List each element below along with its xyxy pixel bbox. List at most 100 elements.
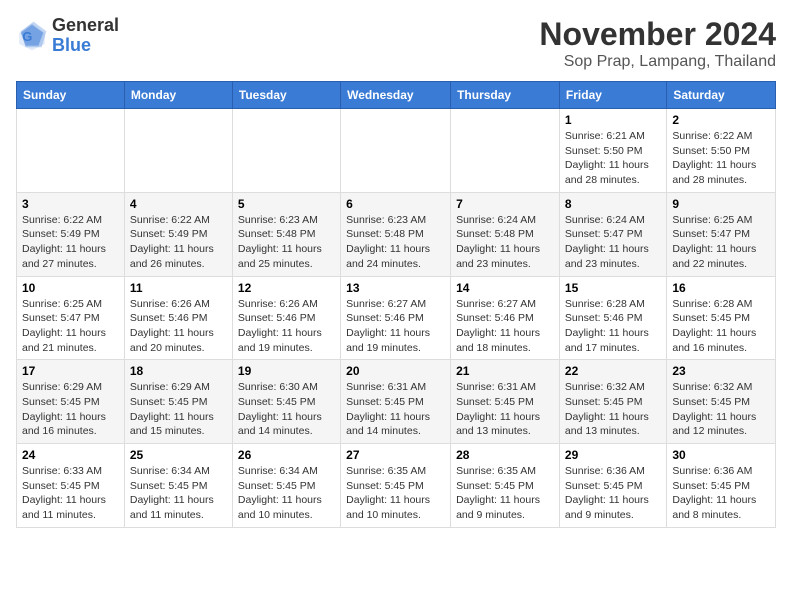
calendar-cell: 25 Sunrise: 6:34 AM Sunset: 5:45 PM Dayli… <box>124 444 232 528</box>
day-number: 28 <box>456 448 554 462</box>
calendar-cell: 27Sunrise: 6:35 AM Sunset: 5:45 PM Dayli… <box>341 444 451 528</box>
day-info: Sunrise: 6:28 AM Sunset: 5:46 PM Dayligh… <box>565 297 661 356</box>
calendar-cell: 19 Sunrise: 6:30 AM Sunset: 5:45 PM Dayli… <box>232 360 340 444</box>
calendar-cell: 20 Sunrise: 6:31 AM Sunset: 5:45 PM Dayli… <box>341 360 451 444</box>
day-number: 6 <box>346 197 445 211</box>
calendar-cell: 2 Sunrise: 6:22 AM Sunset: 5:50 PM Daylig… <box>667 109 776 193</box>
day-number: 14 <box>456 281 554 295</box>
day-info: Sunrise: 6:34 AM Sunset: 5:45 PM Dayligh… <box>130 464 227 523</box>
weekday-header-tuesday: Tuesday <box>232 82 340 109</box>
day-info: Sunrise: 6:32 AM Sunset: 5:45 PM Dayligh… <box>672 380 770 439</box>
calendar-cell: 10 Sunrise: 6:25 AM Sunset: 5:47 PM Dayli… <box>17 276 125 360</box>
weekday-header-thursday: Thursday <box>451 82 560 109</box>
calendar-cell: 8 Sunrise: 6:24 AM Sunset: 5:47 PM Daylig… <box>559 192 666 276</box>
day-number: 2 <box>672 113 770 127</box>
weekday-header-friday: Friday <box>559 82 666 109</box>
calendar-cell <box>232 109 340 193</box>
day-info: Sunrise: 6:24 AM Sunset: 5:47 PM Dayligh… <box>565 213 661 272</box>
weekday-header-sunday: Sunday <box>17 82 125 109</box>
weekday-header-row: SundayMondayTuesdayWednesdayThursdayFrid… <box>17 82 776 109</box>
day-info: Sunrise: 6:27 AM Sunset: 5:46 PM Dayligh… <box>346 297 445 356</box>
calendar-cell: 1 Sunrise: 6:21 AM Sunset: 5:50 PM Daylig… <box>559 109 666 193</box>
logo-icon: G <box>16 20 48 52</box>
day-number: 1 <box>565 113 661 127</box>
calendar-cell: 24Sunrise: 6:33 AM Sunset: 5:45 PM Dayli… <box>17 444 125 528</box>
day-info: Sunrise: 6:25 AM Sunset: 5:47 PM Dayligh… <box>22 297 119 356</box>
day-number: 30 <box>672 448 770 462</box>
day-info: Sunrise: 6:21 AM Sunset: 5:50 PM Dayligh… <box>565 129 661 188</box>
calendar-cell: 13 Sunrise: 6:27 AM Sunset: 5:46 PM Dayli… <box>341 276 451 360</box>
day-info: Sunrise: 6:26 AM Sunset: 5:46 PM Dayligh… <box>130 297 227 356</box>
calendar-cell: 29Sunrise: 6:36 AM Sunset: 5:45 PM Dayli… <box>559 444 666 528</box>
day-number: 7 <box>456 197 554 211</box>
page-header: G General Blue November 2024 Sop Prap, L… <box>16 16 776 71</box>
day-number: 11 <box>130 281 227 295</box>
calendar-cell <box>17 109 125 193</box>
day-number: 10 <box>22 281 119 295</box>
day-number: 21 <box>456 364 554 378</box>
day-info: Sunrise: 6:34 AM Sunset: 5:45 PM Dayligh… <box>238 464 335 523</box>
day-info: Sunrise: 6:30 AM Sunset: 5:45 PM Dayligh… <box>238 380 335 439</box>
logo-general-text: General <box>52 16 119 36</box>
day-number: 9 <box>672 197 770 211</box>
day-info: Sunrise: 6:23 AM Sunset: 5:48 PM Dayligh… <box>346 213 445 272</box>
calendar-week-row: 17Sunrise: 6:29 AM Sunset: 5:45 PM Dayli… <box>17 360 776 444</box>
calendar-cell <box>341 109 451 193</box>
day-number: 12 <box>238 281 335 295</box>
calendar-cell: 18Sunrise: 6:29 AM Sunset: 5:45 PM Dayli… <box>124 360 232 444</box>
calendar-cell: 6 Sunrise: 6:23 AM Sunset: 5:48 PM Daylig… <box>341 192 451 276</box>
day-number: 8 <box>565 197 661 211</box>
day-info: Sunrise: 6:26 AM Sunset: 5:46 PM Dayligh… <box>238 297 335 356</box>
day-number: 22 <box>565 364 661 378</box>
day-info: Sunrise: 6:36 AM Sunset: 5:45 PM Dayligh… <box>672 464 770 523</box>
day-info: Sunrise: 6:32 AM Sunset: 5:45 PM Dayligh… <box>565 380 661 439</box>
weekday-header-saturday: Saturday <box>667 82 776 109</box>
calendar-cell: 7 Sunrise: 6:24 AM Sunset: 5:48 PM Daylig… <box>451 192 560 276</box>
calendar-cell: 22 Sunrise: 6:32 AM Sunset: 5:45 PM Dayli… <box>559 360 666 444</box>
day-info: Sunrise: 6:22 AM Sunset: 5:49 PM Dayligh… <box>22 213 119 272</box>
calendar-cell: 15 Sunrise: 6:28 AM Sunset: 5:46 PM Dayli… <box>559 276 666 360</box>
day-number: 19 <box>238 364 335 378</box>
day-number: 23 <box>672 364 770 378</box>
calendar-table: SundayMondayTuesdayWednesdayThursdayFrid… <box>16 81 776 528</box>
day-info: Sunrise: 6:31 AM Sunset: 5:45 PM Dayligh… <box>456 380 554 439</box>
calendar-cell: 21 Sunrise: 6:31 AM Sunset: 5:45 PM Dayli… <box>451 360 560 444</box>
day-info: Sunrise: 6:22 AM Sunset: 5:50 PM Dayligh… <box>672 129 770 188</box>
calendar-cell: 5Sunrise: 6:23 AM Sunset: 5:48 PM Daylig… <box>232 192 340 276</box>
calendar-cell: 17Sunrise: 6:29 AM Sunset: 5:45 PM Dayli… <box>17 360 125 444</box>
weekday-header-wednesday: Wednesday <box>341 82 451 109</box>
day-number: 16 <box>672 281 770 295</box>
calendar-cell: 14 Sunrise: 6:27 AM Sunset: 5:46 PM Dayli… <box>451 276 560 360</box>
day-info: Sunrise: 6:24 AM Sunset: 5:48 PM Dayligh… <box>456 213 554 272</box>
logo-blue-text: Blue <box>52 36 119 56</box>
calendar-week-row: 3Sunrise: 6:22 AM Sunset: 5:49 PM Daylig… <box>17 192 776 276</box>
title-block: November 2024 Sop Prap, Lampang, Thailan… <box>539 16 776 71</box>
calendar-cell: 23 Sunrise: 6:32 AM Sunset: 5:45 PM Dayli… <box>667 360 776 444</box>
calendar-cell: 4Sunrise: 6:22 AM Sunset: 5:49 PM Daylig… <box>124 192 232 276</box>
svg-text:G: G <box>22 29 32 44</box>
day-info: Sunrise: 6:31 AM Sunset: 5:45 PM Dayligh… <box>346 380 445 439</box>
logo-text: General Blue <box>52 16 119 56</box>
calendar-week-row: 1 Sunrise: 6:21 AM Sunset: 5:50 PM Daylig… <box>17 109 776 193</box>
calendar-cell: 28 Sunrise: 6:35 AM Sunset: 5:45 PM Dayli… <box>451 444 560 528</box>
logo: G General Blue <box>16 16 119 56</box>
day-number: 13 <box>346 281 445 295</box>
day-number: 15 <box>565 281 661 295</box>
calendar-week-row: 24Sunrise: 6:33 AM Sunset: 5:45 PM Dayli… <box>17 444 776 528</box>
day-number: 26 <box>238 448 335 462</box>
day-info: Sunrise: 6:23 AM Sunset: 5:48 PM Dayligh… <box>238 213 335 272</box>
day-number: 4 <box>130 197 227 211</box>
calendar-cell: 30 Sunrise: 6:36 AM Sunset: 5:45 PM Dayli… <box>667 444 776 528</box>
day-info: Sunrise: 6:27 AM Sunset: 5:46 PM Dayligh… <box>456 297 554 356</box>
calendar-cell: 12 Sunrise: 6:26 AM Sunset: 5:46 PM Dayli… <box>232 276 340 360</box>
day-number: 25 <box>130 448 227 462</box>
day-number: 29 <box>565 448 661 462</box>
calendar-cell: 26 Sunrise: 6:34 AM Sunset: 5:45 PM Dayli… <box>232 444 340 528</box>
day-number: 17 <box>22 364 119 378</box>
day-info: Sunrise: 6:35 AM Sunset: 5:45 PM Dayligh… <box>456 464 554 523</box>
location-text: Sop Prap, Lampang, Thailand <box>539 53 776 71</box>
day-number: 18 <box>130 364 227 378</box>
day-number: 20 <box>346 364 445 378</box>
day-info: Sunrise: 6:35 AM Sunset: 5:45 PM Dayligh… <box>346 464 445 523</box>
day-number: 24 <box>22 448 119 462</box>
